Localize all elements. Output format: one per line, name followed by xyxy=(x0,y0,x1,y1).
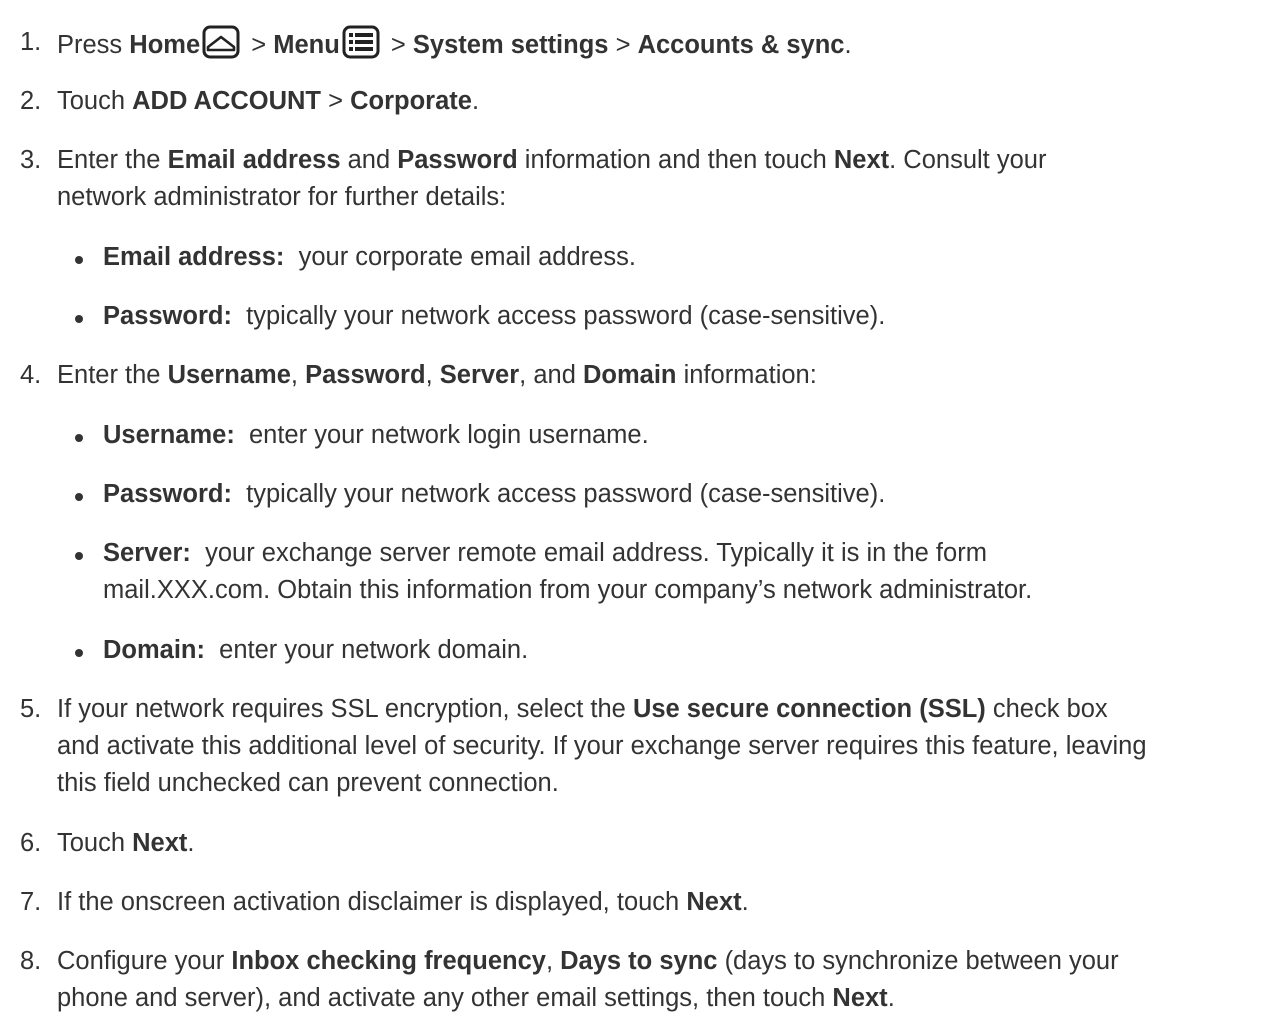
separator: > xyxy=(251,31,267,59)
bullet-label: Password: xyxy=(103,480,232,508)
ui-term-corporate: Corporate xyxy=(350,87,472,115)
step-number: 3. xyxy=(20,146,42,174)
ui-term-accounts-sync: Accounts & sync xyxy=(637,31,845,59)
step-text: Touch xyxy=(57,87,126,115)
bullet-text: typically your network access password (… xyxy=(246,302,886,330)
step-text: Configure your xyxy=(57,947,225,975)
ui-term-next: Next xyxy=(686,888,742,916)
bullet-label: Server: xyxy=(103,539,191,567)
bullet-text: mail.XXX.com. Obtain this information fr… xyxy=(103,576,1033,604)
ui-term-home: Home xyxy=(129,31,201,59)
step-text: Enter the xyxy=(57,361,161,389)
ui-term-system-settings: System settings xyxy=(412,31,609,59)
bullet-label: Email address: xyxy=(103,243,285,271)
bullet-text: typically your network access password (… xyxy=(246,480,886,508)
step-text: and xyxy=(347,146,391,174)
step-number: 7. xyxy=(20,888,42,916)
step-text: Enter the xyxy=(57,146,161,174)
ui-term-use-ssl: Use secure connection (SSL) xyxy=(632,695,986,723)
bullet-text: enter your network domain. xyxy=(219,636,529,664)
step-number: 1. xyxy=(20,28,42,56)
punctuation: . xyxy=(471,87,480,115)
step-number: 8. xyxy=(20,947,42,975)
bullet-text: your exchange server remote email addres… xyxy=(205,539,987,567)
instructions-document: 1. Press Home > Menu > System settings >… xyxy=(0,0,1261,1014)
step-text: this field unchecked can prevent connect… xyxy=(57,769,559,797)
punctuation: , xyxy=(545,947,554,975)
separator: > xyxy=(328,87,344,115)
separator: > xyxy=(615,31,631,59)
step-text: network administrator for further detail… xyxy=(57,183,507,211)
punctuation: . xyxy=(844,31,852,59)
step-text: Touch xyxy=(57,829,126,857)
step-number: 4. xyxy=(20,361,42,389)
step-text: information and then touch xyxy=(524,146,827,174)
step-number: 2. xyxy=(20,87,42,115)
ui-term-domain: Domain xyxy=(582,361,677,389)
step-text: Press xyxy=(57,31,123,59)
ui-term-email-address: Email address xyxy=(167,146,341,174)
bullet-text: enter your network login username. xyxy=(248,421,649,449)
step-text: . Consult your xyxy=(889,146,1047,174)
punctuation: , xyxy=(290,361,298,389)
step-text: If your network requires SSL encryption,… xyxy=(57,695,626,723)
ui-term-next: Next xyxy=(832,984,888,1012)
step-number: 6. xyxy=(20,829,42,857)
punctuation: . xyxy=(741,888,749,916)
step-text: check box xyxy=(992,695,1108,723)
ui-term-password: Password xyxy=(305,361,426,389)
step-text: , and xyxy=(519,361,576,389)
ui-term-add-account: ADD ACCOUNT xyxy=(132,87,322,115)
ui-term-username: Username xyxy=(167,361,291,389)
bullet-label: Domain: xyxy=(103,636,205,664)
step-text: (days to synchronize between your xyxy=(724,947,1119,975)
bullet-text: your corporate email address. xyxy=(298,243,636,271)
step-text: phone and server), and activate any othe… xyxy=(57,984,826,1012)
step-text: and activate this additional level of se… xyxy=(57,732,1147,760)
separator: > xyxy=(390,31,406,59)
bullet-label: Password: xyxy=(103,302,232,330)
step-text: information: xyxy=(683,361,817,389)
ui-term-server: Server xyxy=(439,361,520,389)
step-number: 5. xyxy=(20,695,42,723)
ui-term-days-to-sync: Days to sync xyxy=(560,947,718,975)
ui-term-next: Next xyxy=(833,146,890,174)
step-text: If the onscreen activation disclaimer is… xyxy=(57,888,680,916)
punctuation: , xyxy=(425,361,433,389)
menu-icon xyxy=(342,25,380,69)
home-icon xyxy=(202,25,240,69)
bullet-label: Username: xyxy=(103,421,235,449)
ui-term-inbox-frequency: Inbox checking frequency xyxy=(231,947,546,975)
punctuation: . xyxy=(187,829,195,857)
ui-term-next: Next xyxy=(132,829,188,857)
ui-term-menu: Menu xyxy=(273,31,340,59)
ui-term-password: Password xyxy=(397,146,518,174)
punctuation: . xyxy=(887,984,895,1012)
